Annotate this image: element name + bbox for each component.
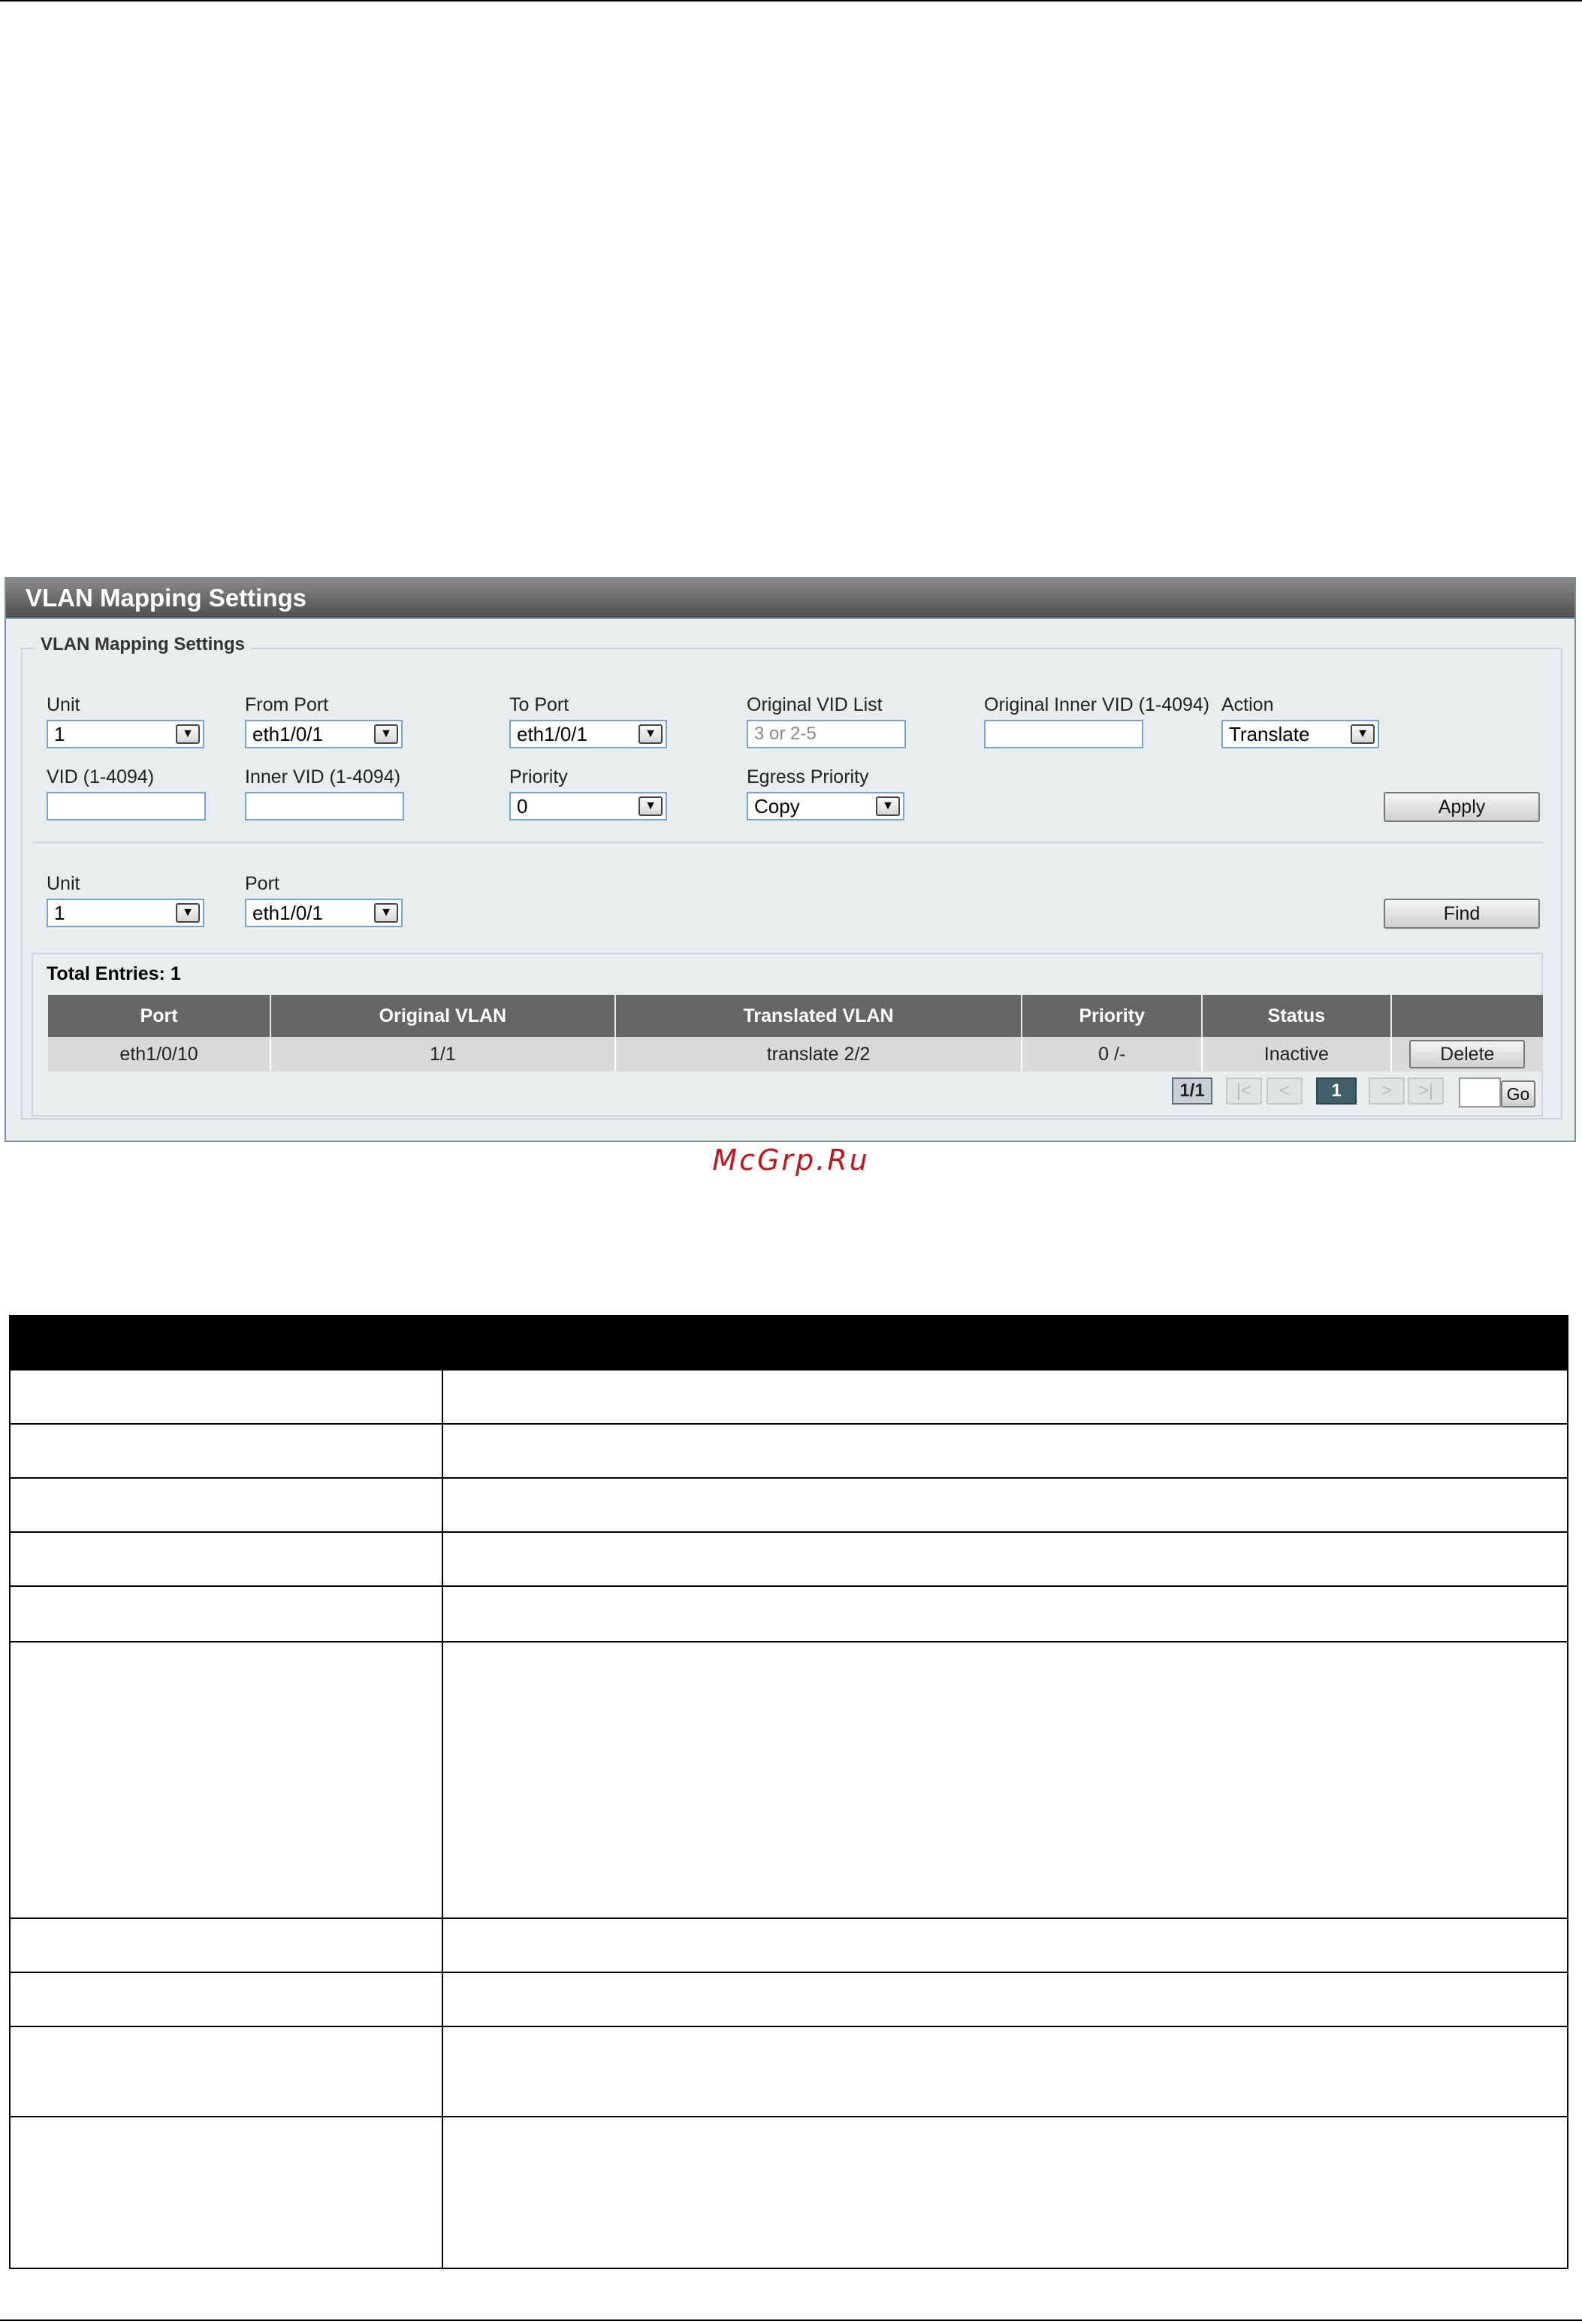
from-port-value: eth1/0/1 [252,723,323,745]
section-divider [33,842,1543,843]
row-divider [11,1972,1567,1973]
priority-select[interactable]: 0 ▼ [509,792,667,821]
to-port-value: eth1/0/1 [517,723,587,745]
action-select[interactable]: Translate ▼ [1221,720,1379,748]
action-label: Action [1221,694,1274,715]
egress-priority-label: Egress Priority [747,766,869,787]
vlan-mapping-table: Port Original VLAN Translated VLAN Prior… [48,995,1543,1071]
vlan-mapping-panel: VLAN Mapping Settings VLAN Mapping Setti… [5,577,1576,1142]
original-vid-list-label: Original VID List [747,694,883,715]
prev-page-button[interactable]: < [1267,1077,1303,1105]
chevron-down-icon[interactable]: ▼ [876,796,900,816]
unit-select-value: 1 [54,723,65,745]
original-vid-list-input[interactable]: 3 or 2-5 [747,720,906,748]
cell-status: Inactive [1202,1037,1392,1071]
vid-label: VID (1-4094) [47,766,155,787]
to-port-select[interactable]: eth1/0/1 ▼ [509,720,667,748]
row-divider [11,1531,1567,1533]
priority-value: 0 [517,795,528,817]
inner-vid-input[interactable] [245,792,404,821]
find-unit-label: Unit [47,873,80,894]
bottom-rule [0,2319,1582,2321]
first-page-button[interactable]: |< [1226,1077,1262,1105]
watermark: McGrp.Ru [712,1144,870,1177]
egress-priority-value: Copy [754,795,800,817]
column-header: Translated VLAN [614,995,1023,1037]
from-port-select[interactable]: eth1/0/1 ▼ [245,720,403,748]
unit-select[interactable]: 1 ▼ [47,720,204,748]
cell-translated-vlan: translate 2/2 [614,1037,1023,1071]
apply-button[interactable]: Apply [1384,792,1540,822]
chevron-down-icon[interactable]: ▼ [639,724,663,744]
table-header-row: Port Original VLAN Translated VLAN Prior… [48,995,1543,1037]
find-button[interactable]: Find [1384,899,1540,929]
row-divider [11,1477,1567,1479]
column-header: Port [48,995,272,1037]
current-page-button[interactable]: 1 [1316,1077,1357,1105]
panel-title: VLAN Mapping Settings [6,579,1574,619]
find-unit-select[interactable]: 1 ▼ [47,899,204,927]
row-divider [11,2026,1567,2027]
row-divider [11,1641,1567,1643]
chevron-down-icon[interactable]: ▼ [176,724,200,744]
priority-label: Priority [509,766,568,787]
cell-action: Delete [1390,1037,1543,1071]
top-rule [0,0,1582,2]
parameter-table-header [11,1316,1567,1371]
row-divider [11,1585,1567,1587]
delete-button[interactable]: Delete [1409,1040,1526,1068]
column-header: Original VLAN [270,995,616,1037]
column-header: Status [1202,995,1392,1037]
row-divider [11,1918,1567,1919]
next-page-button[interactable]: > [1369,1077,1405,1105]
find-port-select[interactable]: eth1/0/1 ▼ [245,899,403,927]
table-row: eth1/0/10 1/1 translate 2/2 0 /- Inactiv… [48,1037,1543,1071]
find-port-label: Port [245,873,279,894]
egress-priority-select[interactable]: Copy ▼ [747,792,904,821]
to-port-label: To Port [509,694,569,715]
vid-input[interactable] [47,792,206,821]
unit-label: Unit [47,694,80,715]
cell-priority: 0 /- [1022,1037,1203,1071]
column-header [1390,995,1543,1037]
column-divider [442,1371,443,2269]
original-inner-vid-label: Original Inner VID (1-4094) [984,694,1210,715]
fieldset-legend: VLAN Mapping Settings [35,634,251,655]
inner-vid-label: Inner VID (1-4094) [245,766,401,787]
chevron-down-icon[interactable]: ▼ [1351,724,1375,744]
total-entries: Total Entries: 1 [47,963,181,984]
page-info: 1/1 [1172,1077,1212,1105]
chevron-down-icon[interactable]: ▼ [374,724,398,744]
action-value: Translate [1229,723,1310,745]
last-page-button[interactable]: >| [1408,1077,1444,1105]
from-port-label: From Port [245,694,329,715]
find-port-value: eth1/0/1 [252,902,323,924]
go-button[interactable]: Go [1501,1080,1535,1108]
column-header: Priority [1022,995,1203,1037]
find-unit-value: 1 [54,902,65,924]
parameter-table [9,1315,1568,2269]
cell-original-vlan: 1/1 [270,1037,616,1071]
row-divider [11,2116,1567,2117]
chevron-down-icon[interactable]: ▼ [176,903,200,923]
chevron-down-icon[interactable]: ▼ [639,796,663,816]
chevron-down-icon[interactable]: ▼ [374,903,398,923]
row-divider [11,1423,1567,1425]
go-page-input[interactable] [1459,1077,1501,1108]
original-inner-vid-input[interactable] [984,720,1143,748]
cell-port: eth1/0/10 [48,1037,272,1071]
